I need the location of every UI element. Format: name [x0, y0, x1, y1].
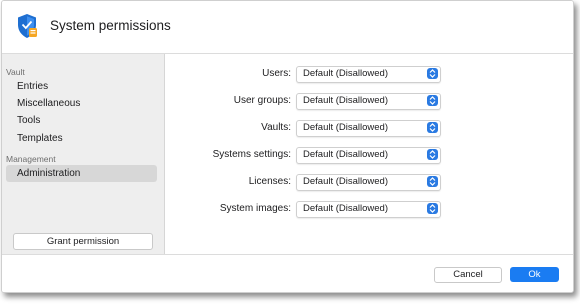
dialog-header: System permissions: [2, 1, 573, 54]
select-value: Default (Disallowed): [303, 122, 389, 133]
sidebar-item-entries[interactable]: Entries: [6, 78, 157, 95]
sidebar-item-label: Entries: [17, 81, 49, 92]
chevron-up-down-icon[interactable]: [427, 122, 438, 133]
dialog-footer: Cancel Ok: [2, 254, 573, 292]
sidebar-item-tools[interactable]: Tools: [6, 112, 157, 129]
select-value: Default (Disallowed): [303, 203, 389, 214]
cancel-button[interactable]: Cancel: [434, 267, 502, 283]
sidebar-item-templates[interactable]: Templates: [6, 130, 157, 147]
chevron-up-down-icon[interactable]: [427, 149, 438, 160]
permission-row-system-images: System images: Default (Disallowed): [165, 201, 573, 218]
sidebar-item-label: Administration: [17, 168, 81, 179]
select-value: Default (Disallowed): [303, 149, 389, 160]
permissions-dialog: System permissions Vault Entries Miscell…: [1, 0, 574, 293]
permission-row-vaults: Vaults: Default (Disallowed): [165, 120, 573, 137]
permission-label: Users:: [262, 68, 291, 79]
vaults-permission-select[interactable]: Default (Disallowed): [296, 120, 441, 137]
user-groups-permission-select[interactable]: Default (Disallowed): [296, 93, 441, 110]
systems-settings-permission-select[interactable]: Default (Disallowed): [296, 147, 441, 164]
permission-row-user-groups: User groups: Default (Disallowed): [165, 93, 573, 110]
users-permission-select[interactable]: Default (Disallowed): [296, 66, 441, 83]
permissions-panel: Users: Default (Disallowed) User groups:…: [165, 54, 573, 254]
dialog-title: System permissions: [50, 18, 171, 33]
sidebar-section-vault: Vault: [6, 67, 25, 77]
sidebar-item-label: Tools: [17, 115, 41, 126]
sidebar-item-administration[interactable]: Administration: [6, 165, 157, 182]
grant-permission-button[interactable]: Grant permission: [13, 233, 153, 250]
sidebar-section-management: Management: [6, 154, 56, 164]
sidebar-item-label: Templates: [17, 133, 63, 144]
select-value: Default (Disallowed): [303, 176, 389, 187]
chevron-up-down-icon[interactable]: [427, 176, 438, 187]
permission-label: User groups:: [233, 95, 291, 106]
permission-row-systems-settings: Systems settings: Default (Disallowed): [165, 147, 573, 164]
permission-label: Vaults:: [261, 122, 291, 133]
sidebar-item-miscellaneous[interactable]: Miscellaneous: [6, 95, 157, 112]
sidebar: Vault Entries Miscellaneous Tools Templa…: [2, 54, 165, 254]
licenses-permission-select[interactable]: Default (Disallowed): [296, 174, 441, 191]
permission-label: Licenses:: [248, 176, 291, 187]
chevron-up-down-icon[interactable]: [427, 203, 438, 214]
permission-row-users: Users: Default (Disallowed): [165, 66, 573, 83]
system-images-permission-select[interactable]: Default (Disallowed): [296, 201, 441, 218]
permission-label: System images:: [219, 203, 291, 214]
permission-row-licenses: Licenses: Default (Disallowed): [165, 174, 573, 191]
sidebar-item-label: Miscellaneous: [17, 98, 81, 109]
select-value: Default (Disallowed): [303, 68, 389, 79]
chevron-up-down-icon[interactable]: [427, 95, 438, 106]
shield-icon: [18, 14, 37, 38]
ok-button[interactable]: Ok: [510, 267, 559, 282]
select-value: Default (Disallowed): [303, 95, 389, 106]
chevron-up-down-icon[interactable]: [427, 68, 438, 79]
permission-label: Systems settings:: [212, 149, 291, 160]
